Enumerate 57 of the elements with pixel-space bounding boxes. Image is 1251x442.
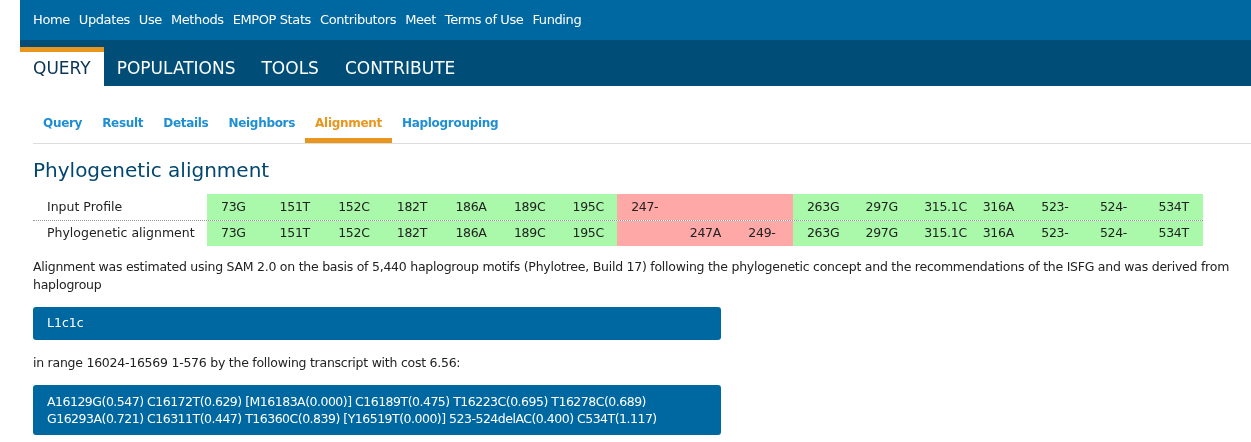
alignment-cell: 247A [675,221,735,246]
alignment-cell: 316A [968,221,1028,246]
alignment-cell: 73G [207,194,266,220]
alignment-cell: 182T [382,194,442,220]
sub-tab[interactable]: Query [33,108,93,143]
alignment-cell: 151T [265,194,325,220]
nav-link-item[interactable]: Meet [405,10,436,30]
transcript-line: A16129G(0.547) C16172T(0.629) [M16183A(0.000)] C16189T(0.475) T16223C(0.695) T16278C(0.689) [47,392,647,410]
alignment-cell: 523- [1027,194,1086,220]
main-tab[interactable]: QUERY [20,47,104,86]
alignment-cell: 316A [968,194,1028,220]
alignment-cell: 297G [851,194,911,220]
row-label: Phylogenetic alignment [46,224,196,243]
alignment-cell: 534T [1144,194,1204,220]
alignment-cell: 152C [324,221,383,246]
description-text: Alignment was estimated using SAM 2.0 on the basis of 5,440 haplogroup motifs (Phylotree, Build 17) following the phylogenetic concept and the recommendations of the ISFG and was derived from haplogroup [33,258,1231,294]
nav-link-item[interactable]: Contributors [319,10,397,30]
transcript-line: G16293A(0.721) C16311T(0.447) T16360C(0.839) [Y16519T(0.000)] 523-524delAC(0.400) C534T(1.117) [47,409,658,427]
alignment-cell: 195C [558,221,618,246]
alignment-cell: 249- [734,221,793,246]
alignment-cell: 189C [499,221,559,246]
alignment-cell: 152C [324,194,383,220]
alignment-cell: 189C [499,194,559,220]
alignment-cell: 195C [558,194,618,220]
alignment-cell: 315.1C [910,221,969,246]
nav-link-item[interactable]: EMPOP Stats [232,10,311,30]
alignment-cell: 182T [382,221,442,246]
nav-link-item[interactable]: Home [33,10,70,30]
nav-link-item[interactable]: Methods [170,10,224,30]
alignment-cell: 315.1C [910,194,969,220]
sub-tab[interactable]: Neighbors [218,108,306,143]
nav-link-item[interactable]: Funding [532,10,582,30]
alignment-cell: 73G [207,221,266,246]
alignment-cell: 534T [1144,221,1204,246]
main-tab[interactable]: TOOLS [248,47,332,86]
nav-link-item[interactable]: Terms of Use [444,10,524,30]
row-label: Input Profile [46,197,124,216]
alignment-cell: 151T [265,221,325,246]
alignment-cell: 524- [1085,194,1145,220]
alignment-cell: 247- [617,194,676,220]
alignment-cell: 524- [1085,221,1145,246]
sub-tab[interactable]: Haplogrouping [391,108,509,143]
alignment-cell: 186A [441,194,500,220]
nav-link-item[interactable]: Use [138,10,162,30]
alignment-cell: 297G [851,221,911,246]
sub-tab[interactable]: Details [153,108,219,143]
alignment-cell: 186A [441,221,500,246]
main-tab[interactable]: CONTRIBUTE [331,47,469,86]
nav-link-item[interactable]: Updates [78,10,130,30]
sub-tab[interactable]: Result [92,108,154,143]
alignment-cell: 523- [1027,221,1086,246]
haplogroup-box: L1c1c [33,307,721,340]
main-tab[interactable]: POPULATIONS [103,47,249,86]
alignment-cell: 263G [792,221,852,246]
alignment-cell: 263G [792,194,852,220]
range-text: in range 16024-16569 1-576 by the following transcript with cost 6.56: [33,353,462,372]
page-heading: Phylogenetic alignment [33,158,271,182]
